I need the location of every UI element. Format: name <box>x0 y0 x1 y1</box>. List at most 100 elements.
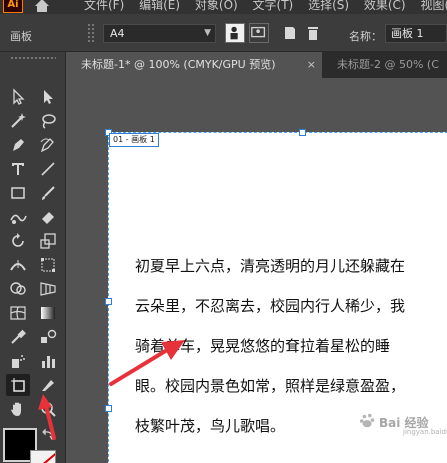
shaper-tool[interactable] <box>6 206 30 228</box>
text-line: 初夏早上六点，清亮透明的月儿还躲藏在 <box>135 257 406 275</box>
curvature-tool[interactable] <box>36 134 60 156</box>
symbol-sprayer-icon <box>12 355 25 368</box>
menu-effect[interactable]: 效果(C) <box>364 0 406 12</box>
zoom-tool[interactable] <box>36 398 60 420</box>
artboard-tool[interactable] <box>6 374 30 396</box>
menu-list: 文件(F) 编辑(E) 对象(O) 文字(T) 选择(S) 效果(C) 视图( <box>84 0 447 13</box>
menu-select[interactable]: 选择(S) <box>308 0 349 12</box>
tab-document-2[interactable]: 未标题-2 @ 50% (C <box>323 52 447 78</box>
column-graph-icon <box>42 356 55 368</box>
eyedropper-tool[interactable] <box>6 326 30 348</box>
magic-wand-tool[interactable] <box>6 110 30 132</box>
illustrator-logo: Ai <box>3 0 23 13</box>
paintbrush-icon <box>42 186 55 200</box>
new-artboard-icon[interactable] <box>283 25 297 41</box>
selection-arrow-icon <box>13 88 25 105</box>
toolbox-grip[interactable] <box>0 54 66 64</box>
line-segment-tool[interactable] <box>36 158 60 180</box>
line-segment-icon <box>41 162 55 176</box>
landscape-icon <box>251 26 266 38</box>
blend-icon <box>41 329 57 343</box>
portrait-orientation-button[interactable] <box>225 23 245 43</box>
panel-label: 画板 <box>10 30 32 43</box>
hand-tool[interactable] <box>6 398 30 420</box>
free-transform-icon <box>41 258 55 272</box>
eraser-icon <box>42 212 54 224</box>
menu-bar: Ai 文件(F) 编辑(E) 对象(O) 文字(T) 选择(S) 效果(C) 视… <box>0 0 447 14</box>
text-line: 骑着单车，晃晃悠悠的耷拉着星松的睡 <box>135 337 391 355</box>
direct-selection-arrow-icon <box>44 90 53 104</box>
free-transform-tool[interactable] <box>36 254 60 276</box>
artboard-name-label: 01 - 画板 1 <box>109 133 159 147</box>
selection-tool[interactable] <box>6 86 30 108</box>
landscape-orientation-button[interactable] <box>249 23 269 43</box>
magic-wand-icon <box>11 113 26 128</box>
swap-fill-stroke-icon[interactable] <box>42 428 56 442</box>
menu-edit[interactable]: 编辑(E) <box>139 0 180 12</box>
artboard-preset-dropdown[interactable]: A4 ▼ <box>103 24 216 43</box>
control-bar: 画板 A4 ▼ 名称： 画板 1 <box>0 14 447 52</box>
resize-handle-left[interactable] <box>105 298 112 305</box>
menu-object[interactable]: 对象(O) <box>195 0 238 12</box>
rotate-icon <box>12 233 24 247</box>
delete-artboard-icon[interactable] <box>306 25 320 41</box>
watermark-url: jingyan.baidu.com <box>403 428 447 436</box>
text-line: 云朵里，不忍离去，校园内行人稀少，我 <box>135 297 406 315</box>
scale-tool[interactable] <box>36 230 60 252</box>
mesh-icon <box>10 306 26 320</box>
blend-tool[interactable] <box>36 326 60 348</box>
mesh-tool[interactable] <box>6 302 30 324</box>
menu-view[interactable]: 视图( <box>420 0 447 12</box>
baidu-watermark: Bai 经验 jingyan.baidu.com <box>357 410 447 440</box>
symbol-sprayer-tool[interactable] <box>6 350 30 372</box>
shaper-icon <box>10 214 27 224</box>
width-tool[interactable] <box>6 254 30 276</box>
gradient-tool[interactable] <box>36 302 60 324</box>
resize-handle-top[interactable] <box>299 129 306 136</box>
lasso-tool[interactable] <box>36 110 60 132</box>
paintbrush-tool[interactable] <box>36 182 60 204</box>
eyedropper-icon <box>11 329 26 344</box>
artboard-name-field[interactable]: 画板 1 <box>385 24 447 43</box>
zoom-magnifier-icon <box>41 402 56 417</box>
canvas-area[interactable]: 01 - 画板 1 初夏早上六点，清亮透明的月儿还躲藏在 云朵里，不忍离去，校园… <box>67 78 447 463</box>
shape-builder-icon <box>10 282 26 295</box>
stroke-color-swatch[interactable] <box>30 450 56 463</box>
text-line: 眼。校园内景色如常，照样是绿意盈盈， <box>135 377 406 395</box>
gradient-icon <box>41 307 55 319</box>
grip-handle[interactable] <box>87 23 95 43</box>
paw-logo-icon <box>359 413 375 428</box>
toolbox <box>0 52 66 463</box>
shape-builder-tool[interactable] <box>6 278 30 300</box>
pen-tool[interactable] <box>6 134 30 156</box>
resize-handle-bottom-left[interactable] <box>105 405 112 412</box>
close-icon[interactable]: × <box>307 52 316 78</box>
column-graph-tool[interactable] <box>36 350 60 372</box>
name-label: 名称： <box>349 30 382 43</box>
chevron-down-icon: ▼ <box>204 28 211 38</box>
type-tool[interactable] <box>6 158 30 180</box>
width-icon <box>10 260 26 271</box>
hand-icon <box>11 402 21 416</box>
menu-file[interactable]: 文件(F) <box>84 0 124 12</box>
slice-knife-icon <box>42 380 54 391</box>
home-icon[interactable] <box>33 0 51 13</box>
eraser-tool[interactable] <box>36 206 60 228</box>
tab-document-1[interactable]: 未标题-1* @ 100% (CMYK/GPU 预览) × <box>67 52 322 78</box>
tab-label: 未标题-2 @ 50% (C <box>337 58 439 71</box>
pen-nib-icon <box>13 139 24 151</box>
document-tab-bar: 未标题-1* @ 100% (CMYK/GPU 预览) × 未标题-2 @ 50… <box>67 52 447 78</box>
portrait-icon <box>230 26 238 40</box>
menu-type[interactable]: 文字(T) <box>253 0 294 12</box>
scale-icon <box>40 233 56 249</box>
lasso-icon <box>42 114 56 129</box>
preset-value: A4 <box>110 27 125 40</box>
rectangle-tool[interactable] <box>6 182 30 204</box>
perspective-grid-tool[interactable] <box>36 278 60 300</box>
rotate-tool[interactable] <box>6 230 30 252</box>
slice-tool[interactable] <box>36 374 60 396</box>
direct-selection-tool[interactable] <box>36 86 60 108</box>
curvature-pen-icon <box>40 138 54 153</box>
artboard-icon <box>11 378 25 392</box>
type-t-icon <box>12 163 24 175</box>
